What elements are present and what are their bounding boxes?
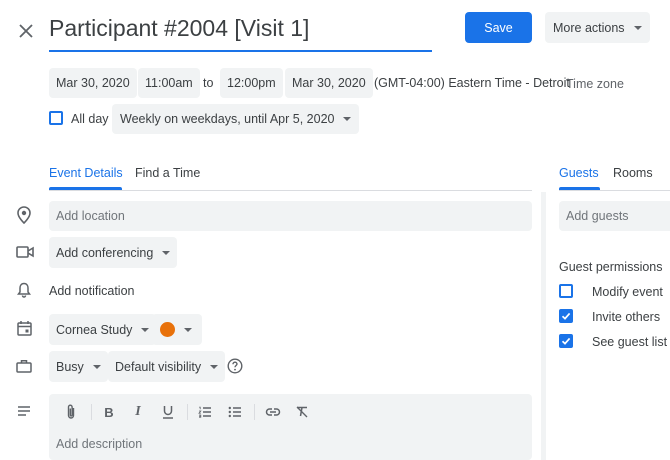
event-color-swatch	[160, 322, 175, 337]
start-date-field[interactable]: Mar 30, 2020	[49, 68, 137, 98]
calendar-icon	[15, 319, 33, 337]
panel-divider	[541, 192, 546, 460]
more-actions-button[interactable]: More actions	[545, 12, 650, 43]
numbered-list-icon[interactable]	[197, 403, 213, 421]
chevron-down-icon	[184, 327, 192, 332]
clear-formatting-icon[interactable]	[294, 403, 310, 421]
toolbar-divider	[187, 404, 188, 420]
tabs-divider	[49, 190, 532, 191]
attachment-icon[interactable]	[63, 403, 79, 421]
availability-dropdown[interactable]: Busy	[49, 351, 108, 382]
event-color-dropdown[interactable]	[152, 314, 202, 345]
chevron-down-icon	[141, 327, 150, 332]
tab-find-a-time[interactable]: Find a Time	[135, 166, 200, 180]
tab-event-details[interactable]: Event Details	[49, 166, 123, 180]
visibility-value: Default visibility	[115, 359, 202, 374]
underline-icon[interactable]	[160, 403, 176, 421]
end-date-value: Mar 30, 2020	[292, 76, 366, 90]
invite-others-label: Invite others	[592, 310, 661, 324]
guest-permissions-title: Guest permissions	[559, 260, 663, 274]
visibility-dropdown[interactable]: Default visibility	[108, 351, 226, 382]
toolbar-divider	[254, 404, 255, 420]
invite-others-checkbox[interactable]	[559, 309, 573, 323]
close-icon[interactable]	[14, 19, 38, 43]
bell-icon	[15, 281, 33, 299]
start-date-value: Mar 30, 2020	[56, 76, 130, 90]
add-conferencing-label: Add conferencing	[56, 245, 154, 260]
recurrence-dropdown[interactable]: Weekly on weekdays, until Apr 5, 2020	[112, 104, 360, 134]
tab-rooms[interactable]: Rooms	[613, 166, 653, 180]
timezone-link[interactable]: Time zone	[566, 77, 624, 91]
toolbar-divider	[91, 404, 92, 420]
location-pin-icon	[14, 204, 34, 226]
see-guest-list-label: See guest list	[592, 335, 668, 349]
add-guests-placeholder: Add guests	[566, 209, 629, 223]
start-time-field[interactable]: 11:00am	[138, 68, 200, 98]
event-title-input[interactable]: Participant #2004 [Visit 1]	[49, 12, 432, 52]
add-notification-link[interactable]: Add notification	[49, 284, 134, 298]
chevron-down-icon	[92, 364, 101, 369]
chevron-down-icon	[210, 364, 219, 369]
start-time-value: 11:00am	[145, 76, 193, 90]
description-editor[interactable]: B I Add description	[49, 394, 532, 460]
tab-guests[interactable]: Guests	[559, 166, 599, 180]
bold-icon[interactable]: B	[101, 403, 117, 421]
timezone-value: (GMT-04:00) Eastern Time - Detroit	[374, 76, 570, 90]
chevron-down-icon	[162, 250, 171, 255]
see-guest-list-checkbox[interactable]	[559, 334, 573, 348]
briefcase-icon	[14, 357, 34, 375]
modify-event-checkbox[interactable]	[559, 284, 573, 298]
to-label: to	[203, 76, 214, 90]
all-day-checkbox[interactable]	[49, 111, 63, 125]
end-time-value: 12:00pm	[227, 76, 276, 90]
description-placeholder: Add description	[56, 437, 143, 451]
calendar-name: Cornea Study	[56, 322, 133, 337]
bulleted-list-icon[interactable]	[227, 403, 243, 421]
add-conferencing-dropdown[interactable]: Add conferencing	[49, 237, 178, 268]
description-lines-icon	[15, 404, 33, 418]
help-icon[interactable]	[226, 357, 244, 375]
more-actions-label: More actions	[553, 20, 625, 35]
event-title-text: Participant #2004 [Visit 1]	[49, 15, 310, 41]
link-icon[interactable]	[264, 403, 282, 421]
chevron-down-icon	[343, 117, 352, 121]
calendar-dropdown[interactable]: Cornea Study	[49, 314, 157, 345]
availability-value: Busy	[56, 359, 84, 374]
save-button[interactable]: Save	[465, 12, 532, 43]
chevron-down-icon	[633, 25, 642, 30]
italic-icon[interactable]: I	[130, 403, 146, 421]
end-time-field[interactable]: 12:00pm	[220, 68, 283, 98]
recurrence-value: Weekly on weekdays, until Apr 5, 2020	[120, 112, 335, 126]
all-day-label: All day	[71, 112, 109, 126]
modify-event-label: Modify event	[592, 285, 663, 299]
add-guests-input[interactable]: Add guests	[559, 201, 670, 231]
formatting-toolbar: B I	[49, 394, 532, 430]
end-date-field[interactable]: Mar 30, 2020	[285, 68, 373, 98]
location-placeholder: Add location	[56, 209, 125, 223]
guests-tabs-divider	[559, 190, 670, 191]
video-camera-icon	[14, 243, 36, 261]
location-input[interactable]: Add location	[49, 201, 532, 231]
